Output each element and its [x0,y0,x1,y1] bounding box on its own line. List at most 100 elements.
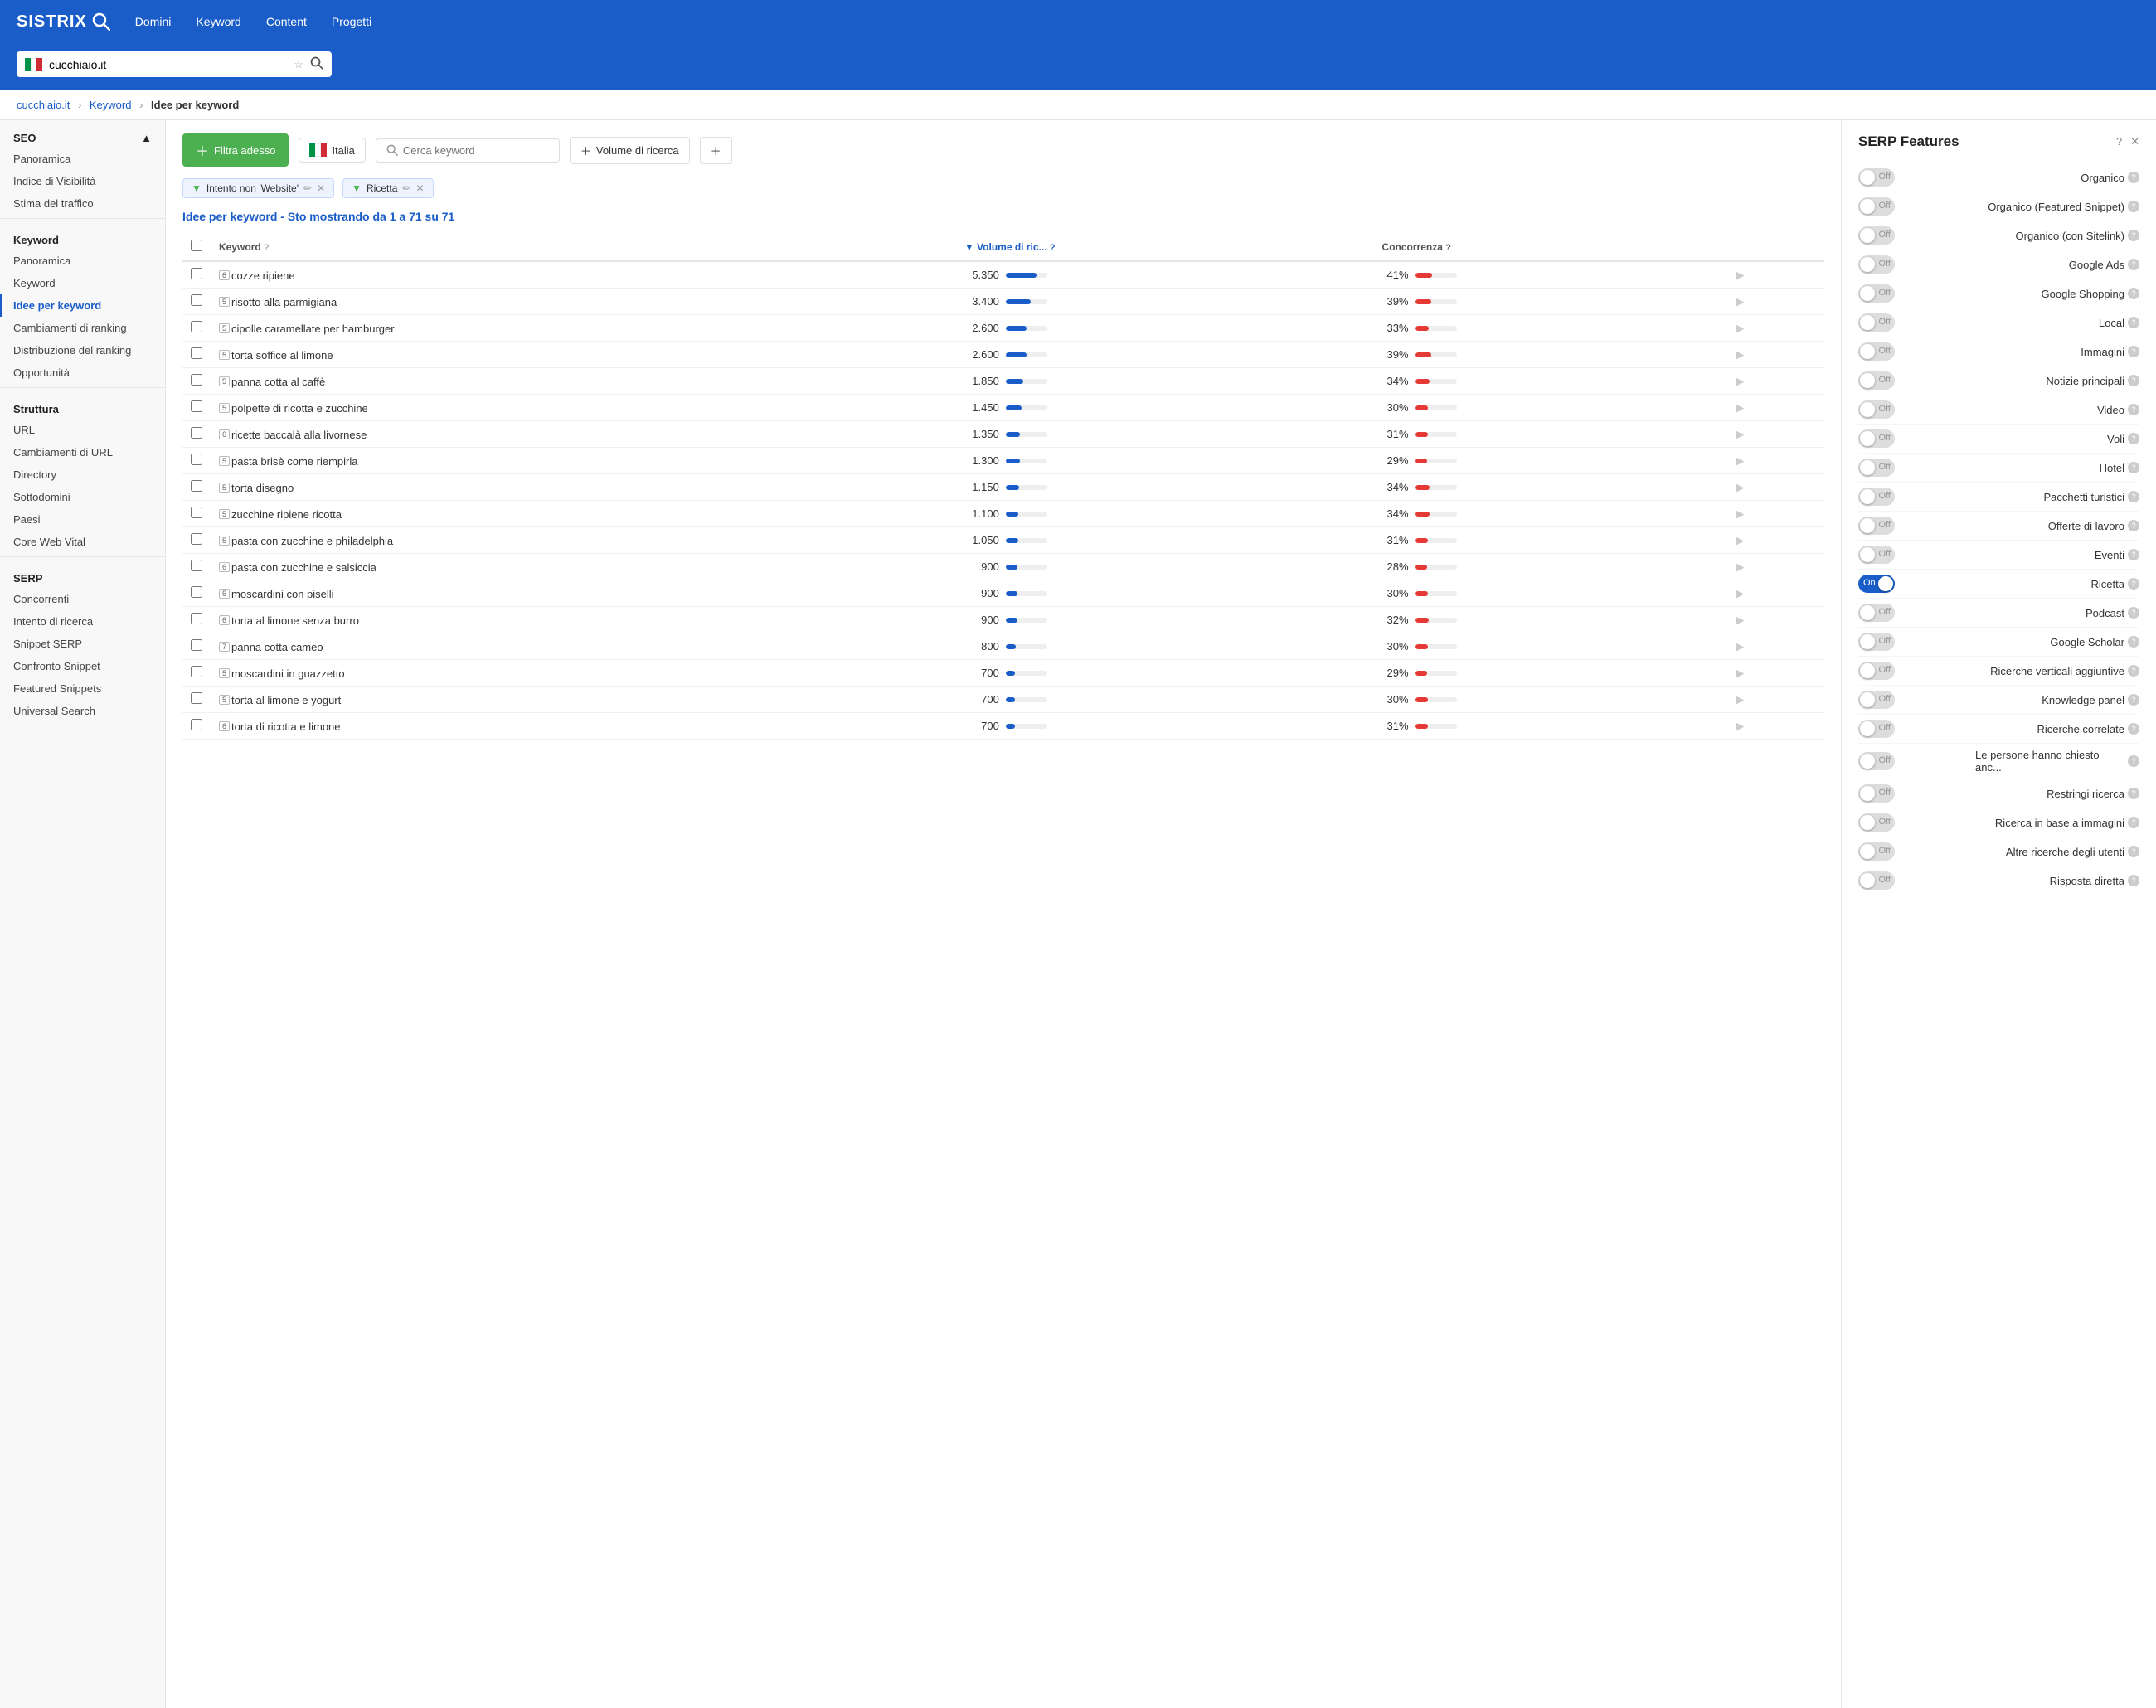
row-checkbox-1[interactable] [191,294,202,306]
row-checkbox-16[interactable] [191,692,202,704]
nav-domini[interactable]: Domini [135,15,172,28]
toggle-2[interactable]: Off [1858,226,1895,245]
help-icon-feature-2[interactable]: ? [2128,230,2139,241]
keyword-search-input[interactable] [403,144,549,157]
help-icon-feature-11[interactable]: ? [2128,491,2139,502]
row-checkbox-7[interactable] [191,454,202,465]
sidebar-item-sottodomini[interactable]: Sottodomini [0,486,165,508]
row-checkbox-13[interactable] [191,613,202,624]
toggle-24[interactable]: Off [1858,871,1895,890]
sidebar-item-confronto-snippet[interactable]: Confronto Snippet [0,655,165,677]
toggle-1[interactable]: Off [1858,197,1895,216]
row-checkbox-15[interactable] [191,666,202,677]
toggle-4[interactable]: Off [1858,284,1895,303]
sidebar-item-panoramica-seo[interactable]: Panoramica [0,148,165,170]
sidebar-item-directory[interactable]: Directory [0,463,165,486]
help-icon-feature-20[interactable]: ? [2128,755,2139,767]
sidebar-item-intento[interactable]: Intento di ricerca [0,610,165,633]
sidebar-item-featured-snippets[interactable]: Featured Snippets [0,677,165,700]
toggle-12[interactable]: Off [1858,517,1895,535]
toggle-3[interactable]: Off [1858,255,1895,274]
extra-filter-button[interactable]: ＋ [700,137,732,164]
row-checkbox-6[interactable] [191,427,202,439]
help-icon-feature-3[interactable]: ? [2128,259,2139,270]
row-checkbox-10[interactable] [191,533,202,545]
sidebar-item-visibilita[interactable]: Indice di Visibilità [0,170,165,192]
sidebar-section-title-keyword[interactable]: Keyword [13,234,152,246]
toggle-0[interactable]: Off [1858,168,1895,187]
help-icon-feature-24[interactable]: ? [2128,875,2139,886]
row-checkbox-0[interactable] [191,268,202,279]
keyword-search-box[interactable] [376,138,560,163]
help-icon-feature-16[interactable]: ? [2128,636,2139,648]
toggle-22[interactable]: Off [1858,813,1895,832]
close-icon-1[interactable]: ✕ [317,182,325,194]
toggle-20[interactable]: Off [1858,752,1895,770]
help-icon-feature-23[interactable]: ? [2128,846,2139,857]
nav-content[interactable]: Content [266,15,307,28]
toggle-6[interactable]: Off [1858,342,1895,361]
sidebar-item-cambiamenti-url[interactable]: Cambiamenti di URL [0,441,165,463]
row-checkbox-12[interactable] [191,586,202,598]
row-checkbox-11[interactable] [191,560,202,571]
toggle-11[interactable]: Off [1858,488,1895,506]
header-concorrenza[interactable]: Concorrenza ? [1374,233,1728,261]
row-checkbox-4[interactable] [191,374,202,386]
help-icon-feature-0[interactable]: ? [2128,172,2139,183]
toggle-5[interactable]: Off [1858,313,1895,332]
help-icon-feature-22[interactable]: ? [2128,817,2139,828]
sidebar-item-idee-keyword[interactable]: Idee per keyword [0,294,165,317]
sidebar-item-url[interactable]: URL [0,419,165,441]
help-icon-feature-9[interactable]: ? [2128,433,2139,444]
sidebar-item-panoramica-kw[interactable]: Panoramica [0,250,165,272]
filtra-adesso-button[interactable]: ＋ Filtra adesso [182,133,289,167]
row-checkbox-17[interactable] [191,719,202,730]
help-icon-feature-10[interactable]: ? [2128,462,2139,473]
row-checkbox-9[interactable] [191,507,202,518]
toggle-7[interactable]: Off [1858,371,1895,390]
help-icon-feature-19[interactable]: ? [2128,723,2139,735]
help-icon-feature-14[interactable]: ? [2128,578,2139,590]
help-icon-feature-8[interactable]: ? [2128,404,2139,415]
search-icon[interactable] [310,56,323,72]
help-icon-feature-21[interactable]: ? [2128,788,2139,799]
sidebar-item-keyword[interactable]: Keyword [0,272,165,294]
toggle-18[interactable]: Off [1858,691,1895,709]
sidebar-item-paesi[interactable]: Paesi [0,508,165,531]
help-icon-feature-4[interactable]: ? [2128,288,2139,299]
edit-icon-1[interactable]: ✏ [303,182,312,194]
toggle-13[interactable]: Off [1858,546,1895,564]
select-all-checkbox[interactable] [191,240,202,251]
toggle-21[interactable]: Off [1858,784,1895,803]
toggle-23[interactable]: Off [1858,842,1895,861]
sidebar-item-cambiamenti-ranking[interactable]: Cambiamenti di ranking [0,317,165,339]
toggle-9[interactable]: Off [1858,429,1895,448]
close-icon-2[interactable]: ✕ [415,182,424,194]
row-checkbox-5[interactable] [191,400,202,412]
volume-filter-button[interactable]: ＋ Volume di ricerca [570,137,690,164]
toggle-15[interactable]: Off [1858,604,1895,622]
help-icon-panel[interactable]: ? [2116,135,2122,148]
sidebar-item-opportunita[interactable]: Opportunità [0,361,165,384]
toggle-14[interactable]: On [1858,575,1895,593]
help-icon-feature-18[interactable]: ? [2128,694,2139,706]
toggle-17[interactable]: Off [1858,662,1895,680]
sidebar-section-title-serp[interactable]: SERP [13,572,152,585]
country-filter-button[interactable]: Italia [299,138,365,163]
help-icon-feature-17[interactable]: ? [2128,665,2139,677]
sidebar-item-distribuzione-ranking[interactable]: Distribuzione del ranking [0,339,165,361]
sidebar-item-snippet-serp[interactable]: Snippet SERP [0,633,165,655]
breadcrumb-domain[interactable]: cucchiaio.it [17,99,70,111]
help-icon-feature-6[interactable]: ? [2128,346,2139,357]
sidebar-item-core-web-vital[interactable]: Core Web Vital [0,531,165,553]
header-keyword[interactable]: Keyword ? [211,233,956,261]
search-box[interactable]: ☆ [17,51,332,77]
help-icon-feature-12[interactable]: ? [2128,520,2139,531]
help-icon-feature-7[interactable]: ? [2128,375,2139,386]
breadcrumb-keyword[interactable]: Keyword [90,99,132,111]
header-volume[interactable]: ▼ Volume di ric... ? [956,233,1374,261]
sidebar-item-concorrenti[interactable]: Concorrenti [0,588,165,610]
nav-keyword[interactable]: Keyword [196,15,240,28]
sidebar-item-universal-search[interactable]: Universal Search [0,700,165,722]
row-checkbox-3[interactable] [191,347,202,359]
